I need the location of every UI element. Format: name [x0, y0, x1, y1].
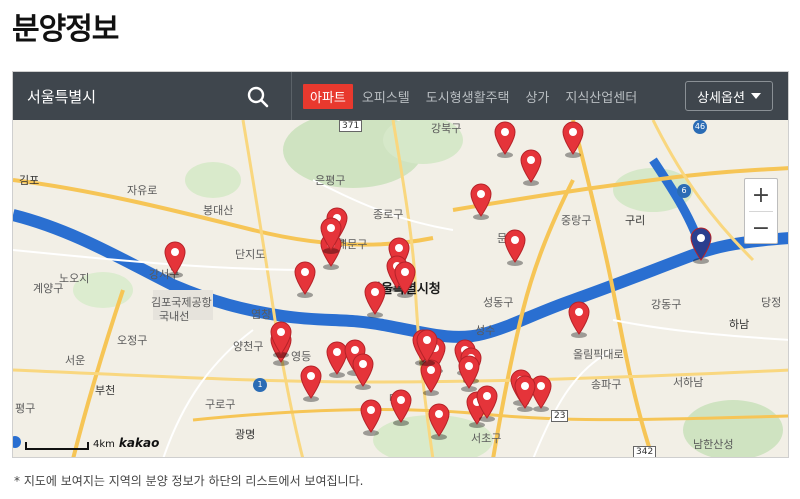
place-bucheon: 부천 — [95, 384, 116, 397]
listing-pin-icon[interactable] — [389, 388, 413, 426]
place-pyeong: 평구 — [15, 402, 36, 415]
listing-pin-icon[interactable] — [351, 352, 375, 390]
scale-bar — [25, 442, 89, 450]
listing-pin-icon[interactable] — [163, 240, 187, 278]
place-guro: 구로구 — [205, 398, 236, 411]
place-eunpyeong: 은평구 — [315, 174, 346, 187]
place-songpa: 송파구 — [591, 378, 622, 391]
scale-label: 4km — [93, 439, 115, 450]
listing-pin-icon[interactable] — [363, 280, 387, 318]
tab-apartment[interactable]: 아파트 — [303, 84, 353, 109]
place-jongno: 종로구 — [373, 208, 404, 221]
listing-pin-icon[interactable] — [427, 402, 451, 440]
listing-pin-icon[interactable] — [561, 120, 585, 158]
place-gangdong: 강동구 — [651, 298, 682, 311]
place-hanam: 하남 — [729, 318, 750, 331]
place-gwangmyeong: 광명 — [235, 428, 256, 441]
place-bongdaesan: 봉대산 — [203, 204, 234, 217]
tab-urban-housing[interactable]: 도시형생활주택 — [419, 84, 517, 109]
listing-pin-icon[interactable] — [513, 374, 537, 412]
listing-pin-icon[interactable] — [457, 354, 481, 392]
listing-pin-icon[interactable] — [359, 398, 383, 436]
caret-down-icon — [750, 93, 761, 99]
listing-pin-icon[interactable] — [689, 226, 713, 264]
detail-options-label: 상세옵션 — [697, 90, 745, 106]
map-widget: 서울특별시 아파트 오피스텔 도시형생활주택 상가 지식산업센터 상세옵션 김포… — [12, 71, 789, 458]
listing-pin-icon[interactable] — [567, 300, 591, 338]
zoom-out-button[interactable]: − — [745, 212, 777, 244]
region-selector[interactable]: 서울특별시 — [27, 86, 96, 107]
place-yeongdeungpo: 영등 — [291, 350, 312, 363]
route-shield: 1 — [253, 378, 267, 392]
map-scale: 4km kakao — [25, 436, 159, 450]
listing-pin-icon[interactable] — [293, 260, 317, 298]
listing-pin-icon[interactable] — [415, 328, 439, 366]
place-seocho: 서초구 — [471, 432, 502, 445]
place-seowoon: 서운 — [65, 354, 86, 367]
zoom-control: + − — [744, 178, 778, 244]
route-shield: 6 — [677, 184, 691, 198]
listing-pin-icon[interactable] — [269, 320, 293, 358]
listing-pin-icon[interactable] — [393, 260, 417, 298]
search-icon[interactable] — [245, 84, 271, 110]
place-dangjeong: 당정 — [761, 296, 782, 309]
listing-pin-icon[interactable] — [519, 148, 543, 186]
place-jungnang: 중랑구 — [561, 214, 592, 227]
listing-pin-icon[interactable] — [319, 216, 343, 254]
listing-pin-icon[interactable] — [503, 228, 527, 266]
place-gimpo: 김포 — [19, 174, 40, 187]
place-jayuro: 자유로 — [127, 184, 158, 197]
route-shield: 46 — [693, 120, 707, 134]
place-domestic: 국내선 — [159, 310, 190, 323]
route-shield: 371 — [339, 120, 363, 132]
listing-pin-icon[interactable] — [469, 182, 493, 220]
property-type-tabs: 아파트 오피스텔 도시형생활주택 상가 지식산업센터 — [303, 84, 646, 109]
place-seongdong: 성동구 — [483, 296, 514, 309]
kakao-logo: kakao — [118, 436, 160, 450]
map-canvas[interactable]: 김포 자유로 봉대산 은평구 종로구 중랑구 구리 강서구 김포국제공항 국내선… — [13, 120, 788, 457]
listing-pin-icon[interactable] — [493, 120, 517, 158]
place-guri: 구리 — [625, 214, 646, 227]
place-gangbuk: 강북구 — [431, 122, 462, 135]
place-seohanam: 서하남 — [673, 376, 704, 389]
place-ojeong: 오정구 — [117, 334, 148, 347]
route-shield: 23 — [551, 410, 569, 422]
map-footnote: * 지도에 보여지는 지역의 분양 정보가 하단의 리스트에서 보여집니다. — [14, 474, 364, 488]
page-title: 분양정보 — [12, 12, 119, 47]
place-seongsu: 성수 — [475, 324, 496, 337]
detail-options-button[interactable]: 상세옵션 — [685, 81, 773, 111]
tab-commercial[interactable]: 상가 — [518, 84, 556, 109]
toolbar-divider — [291, 72, 292, 120]
tab-knowledge-center[interactable]: 지식산업센터 — [558, 84, 644, 109]
listing-pin-icon[interactable] — [299, 364, 323, 402]
place-danjido: 단지도 — [235, 248, 266, 261]
place-namhansan: 남한산성 — [693, 438, 734, 451]
place-nuoji: 노오지 — [59, 272, 90, 285]
zoom-in-button[interactable]: + — [745, 179, 777, 211]
place-olympic: 올림픽대로 — [573, 348, 624, 361]
map-toolbar: 서울특별시 아파트 오피스텔 도시형생활주택 상가 지식산업센터 상세옵션 — [13, 72, 788, 120]
route-shield: 342 — [633, 446, 657, 457]
place-yangcheon: 양천구 — [233, 340, 264, 353]
tab-officetel[interactable]: 오피스텔 — [355, 84, 417, 109]
